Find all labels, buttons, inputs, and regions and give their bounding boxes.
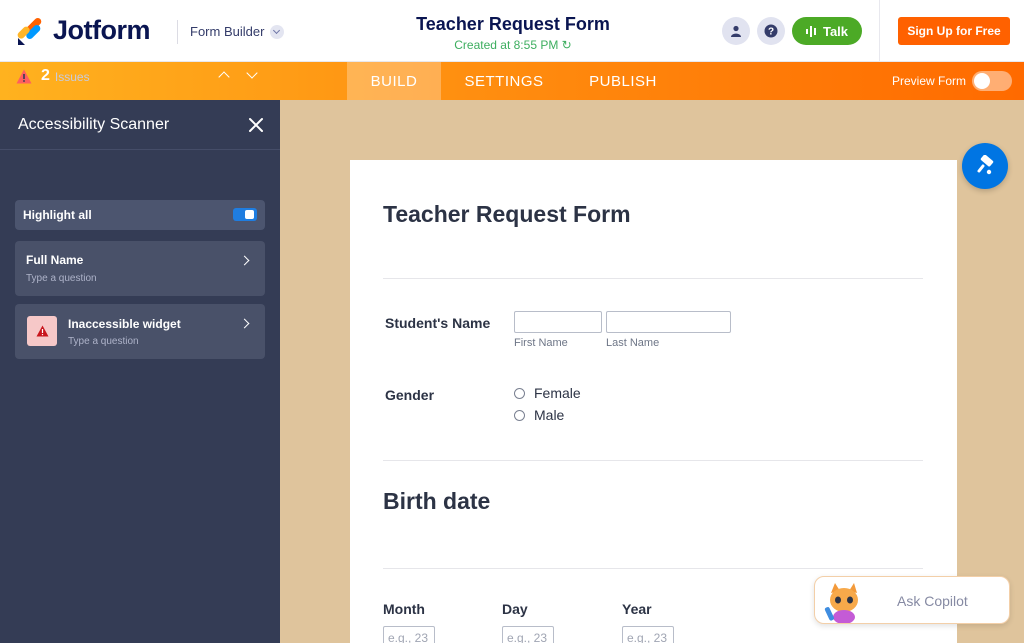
ask-copilot-label: Ask Copilot — [897, 593, 968, 609]
header-divider-right — [879, 0, 880, 62]
highlight-all-toggle[interactable] — [233, 208, 257, 221]
first-name-sublabel: First Name — [514, 337, 568, 349]
form-builder-label: Form Builder — [190, 24, 265, 39]
day-input[interactable]: e.g., 23 — [502, 626, 554, 643]
divider — [383, 568, 923, 569]
day-label: Day — [502, 601, 528, 617]
tab-build[interactable]: BUILD — [347, 62, 441, 100]
jotform-logo[interactable]: Jotform — [16, 15, 151, 46]
form-title-area: Teacher Request Form Created at 8:55 PM … — [384, 14, 642, 52]
month-input[interactable]: e.g., 23 — [383, 626, 435, 643]
accessibility-scanner-panel: Accessibility Scanner — [0, 100, 280, 643]
sign-up-button[interactable]: Sign Up for Free — [898, 17, 1010, 45]
issue-subtitle: Type a question — [26, 273, 97, 284]
logo-text: Jotform — [53, 15, 151, 45]
panel-header: Accessibility Scanner — [0, 100, 280, 150]
top-header: Jotform Form Builder Teacher Request For… — [0, 0, 1024, 62]
form-heading[interactable]: Teacher Request Form — [383, 201, 631, 228]
gender-label: Gender — [385, 387, 435, 403]
issue-item-inaccessible-widget[interactable]: Inaccessible widget Type a question — [15, 304, 265, 359]
highlight-all-label: Highlight all — [23, 208, 92, 222]
header-divider — [177, 20, 178, 44]
refresh-icon: ↻ — [561, 38, 572, 52]
help-icon: ? — [764, 24, 778, 38]
tab-settings[interactable]: SETTINGS — [451, 62, 557, 100]
user-avatar-button[interactable] — [722, 17, 750, 45]
talk-label: Talk — [822, 23, 849, 39]
first-name-input[interactable] — [514, 311, 602, 333]
chevron-right-icon — [239, 318, 250, 329]
issue-item-full-name[interactable]: Full Name Type a question — [15, 241, 265, 296]
chevron-down-icon — [270, 24, 285, 39]
birth-date-heading[interactable]: Birth date — [383, 488, 490, 515]
divider — [383, 460, 923, 461]
issues-summary: 2 Issues — [16, 64, 266, 88]
save-status-text: Created at 8:55 PM — [454, 38, 559, 52]
preview-form-toggle[interactable] — [972, 71, 1012, 91]
last-name-sublabel: Last Name — [606, 337, 660, 349]
radio-female[interactable] — [514, 388, 525, 399]
copilot-avatar-icon — [824, 583, 858, 623]
radio-male-label[interactable]: Male — [534, 407, 564, 423]
preview-form-label: Preview Form — [892, 74, 967, 88]
form-preview: Teacher Request Form Student's Name Firs… — [350, 160, 957, 643]
month-label: Month — [383, 601, 425, 617]
chevron-right-icon — [239, 255, 250, 266]
issue-title: Inaccessible widget — [68, 317, 181, 331]
paint-roller-icon — [977, 155, 994, 175]
warning-icon — [36, 325, 48, 337]
sound-wave-icon — [805, 25, 816, 37]
radio-male[interactable] — [514, 410, 525, 421]
help-button[interactable]: ? — [757, 17, 785, 45]
close-icon[interactable] — [248, 117, 264, 133]
talk-button[interactable]: Talk — [792, 17, 862, 45]
form-builder-dropdown[interactable]: Form Builder — [190, 24, 285, 39]
radio-female-label[interactable]: Female — [534, 385, 581, 401]
last-name-input[interactable] — [606, 311, 731, 333]
highlight-all-row: Highlight all — [15, 200, 265, 230]
issues-label: Issues — [54, 70, 90, 84]
tab-publish[interactable]: PUBLISH — [574, 62, 672, 100]
warning-icon — [16, 69, 32, 83]
jotform-logo-icon — [17, 17, 42, 45]
issue-title: Full Name — [26, 253, 84, 267]
user-icon — [731, 25, 741, 37]
form-title[interactable]: Teacher Request Form — [384, 14, 642, 35]
panel-title: Accessibility Scanner — [18, 116, 170, 133]
form-designer-button[interactable] — [962, 143, 1008, 189]
chevron-down-icon[interactable] — [246, 67, 258, 79]
student-name-label: Student's Name — [385, 315, 491, 331]
ask-copilot-button[interactable]: Ask Copilot — [814, 576, 1010, 624]
issues-count: 2 — [41, 67, 50, 84]
warning-badge — [27, 316, 57, 346]
year-input[interactable]: e.g., 23 — [622, 626, 674, 643]
svg-text:?: ? — [768, 27, 774, 38]
issue-subtitle: Type a question — [68, 336, 139, 347]
divider — [383, 278, 923, 279]
year-label: Year — [622, 601, 652, 617]
chevron-up-icon[interactable] — [218, 71, 230, 83]
save-status: Created at 8:55 PM ↻ — [384, 38, 642, 52]
